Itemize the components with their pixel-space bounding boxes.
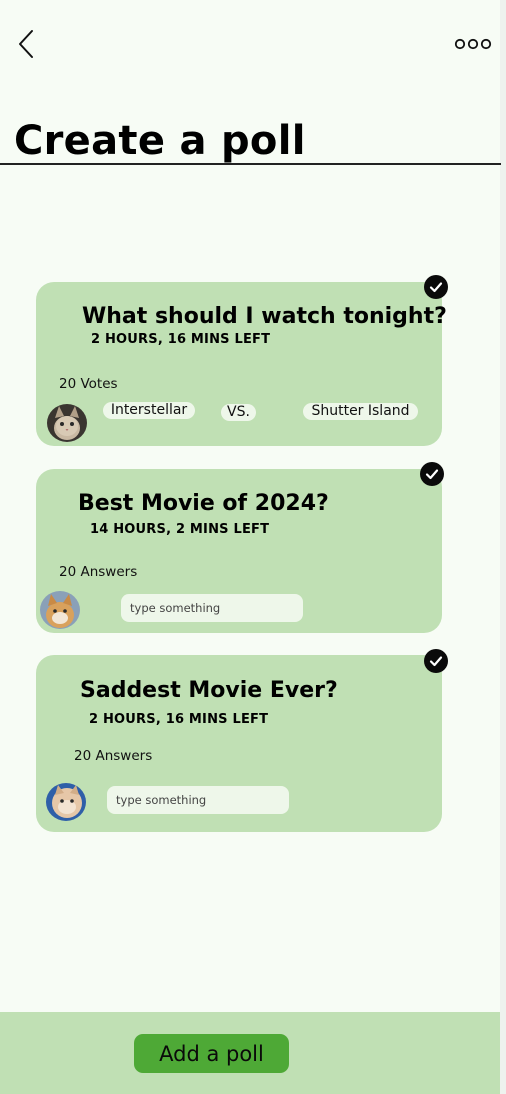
answer-input[interactable] (107, 786, 289, 814)
check-icon (429, 282, 443, 293)
poll-checkmark-button[interactable] (424, 649, 448, 673)
poll-time-left: 14 HOURS, 2 MINS LEFT (90, 522, 270, 537)
poll-answer-count: 20 Answers (74, 748, 153, 764)
user-avatar (46, 783, 86, 821)
back-button[interactable] (14, 28, 42, 60)
poll-option-b[interactable]: Shutter Island (303, 403, 418, 420)
poll-checkmark-button[interactable] (420, 462, 444, 486)
poll-vs-label: VS. (221, 404, 256, 421)
check-icon (425, 469, 439, 480)
poll-question: Best Movie of 2024? (78, 491, 329, 516)
poll-time-left: 2 HOURS, 16 MINS LEFT (91, 332, 271, 347)
title-divider (0, 163, 501, 165)
page-title: Create a poll (14, 118, 306, 164)
check-icon (429, 656, 443, 667)
poll-option-a[interactable]: Interstellar (103, 402, 195, 419)
poll-checkmark-button[interactable] (424, 275, 448, 299)
answer-input[interactable] (121, 594, 303, 622)
user-avatar (47, 404, 87, 442)
add-poll-button[interactable]: Add a poll (134, 1034, 289, 1073)
poll-question: Saddest Movie Ever? (80, 678, 338, 703)
poll-time-left: 2 HOURS, 16 MINS LEFT (89, 712, 269, 727)
more-horizontal-icon (454, 38, 492, 50)
user-avatar (40, 591, 80, 629)
cat-avatar-icon (40, 591, 80, 629)
cat-avatar-icon (47, 404, 87, 442)
chevron-left-icon (19, 30, 33, 58)
poll-question: What should I watch tonight? (82, 304, 447, 329)
cat-avatar-icon (46, 783, 86, 821)
more-options-button[interactable] (452, 34, 494, 54)
poll-vote-count: 20 Votes (59, 376, 118, 392)
poll-answer-count: 20 Answers (59, 564, 138, 580)
